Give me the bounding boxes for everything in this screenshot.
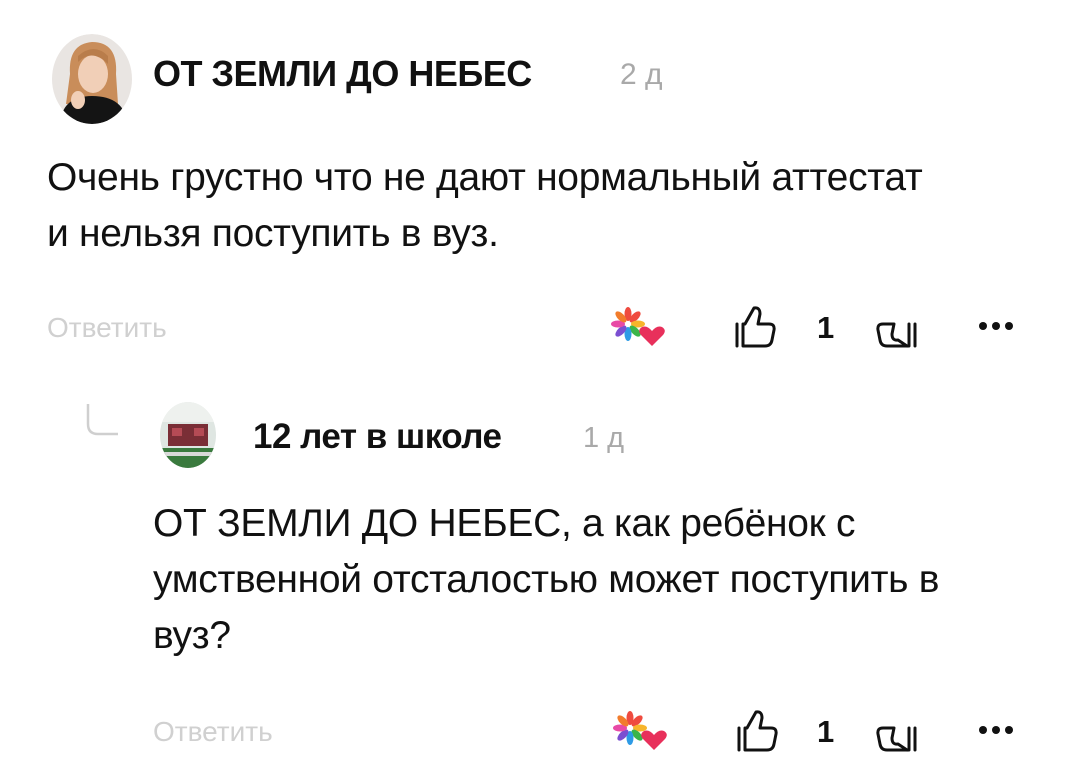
flower-heart-reaction-icon (611, 307, 665, 346)
reply-thread-line (86, 404, 118, 436)
thumbs-up-icon (735, 306, 776, 348)
thumbs-up-icon (737, 710, 778, 752)
thumbs-down-icon (876, 322, 917, 348)
more-options-button[interactable] (976, 722, 1016, 738)
more-options-button[interactable] (976, 318, 1016, 334)
author-name[interactable]: ОТ ЗЕМЛИ ДО НЕБЕС (153, 53, 532, 95)
comment-2-reply: 12 лет в школе 1 д ОТ ЗЕМЛИ ДО НЕБЕС, а … (0, 380, 1080, 781)
woman-portrait-icon (52, 34, 132, 124)
thumbs-down-icon (876, 726, 917, 752)
author-avatar[interactable] (52, 34, 132, 124)
add-reaction-button[interactable] (612, 710, 668, 752)
author-avatar[interactable] (160, 402, 216, 468)
more-dots-icon (979, 322, 1013, 330)
classroom-icon (160, 402, 216, 468)
like-count: 1 (817, 714, 835, 749)
like-button[interactable] (735, 708, 779, 754)
dislike-button[interactable] (875, 710, 919, 756)
add-reaction-button[interactable] (610, 306, 666, 348)
author-name[interactable]: 12 лет в школе (253, 417, 502, 457)
comment-time: 1 д (583, 422, 625, 454)
flower-heart-reaction-icon (613, 711, 667, 750)
dislike-button[interactable] (875, 306, 919, 352)
comment-text: Очень грустно что не дают нормальный атт… (47, 156, 923, 255)
like-count: 1 (817, 310, 835, 345)
reply-button[interactable]: Ответить (47, 312, 167, 344)
comment-text: ОТ ЗЕМЛИ ДО НЕБЕС, а как ребёнок с умств… (153, 502, 940, 657)
more-dots-icon (979, 726, 1013, 734)
like-button[interactable] (733, 304, 777, 350)
comment-time: 2 д (620, 58, 663, 91)
comment-1: ОТ ЗЕМЛИ ДО НЕБЕС 2 д Очень грустно что … (0, 0, 1080, 380)
reply-button[interactable]: Ответить (153, 716, 273, 748)
